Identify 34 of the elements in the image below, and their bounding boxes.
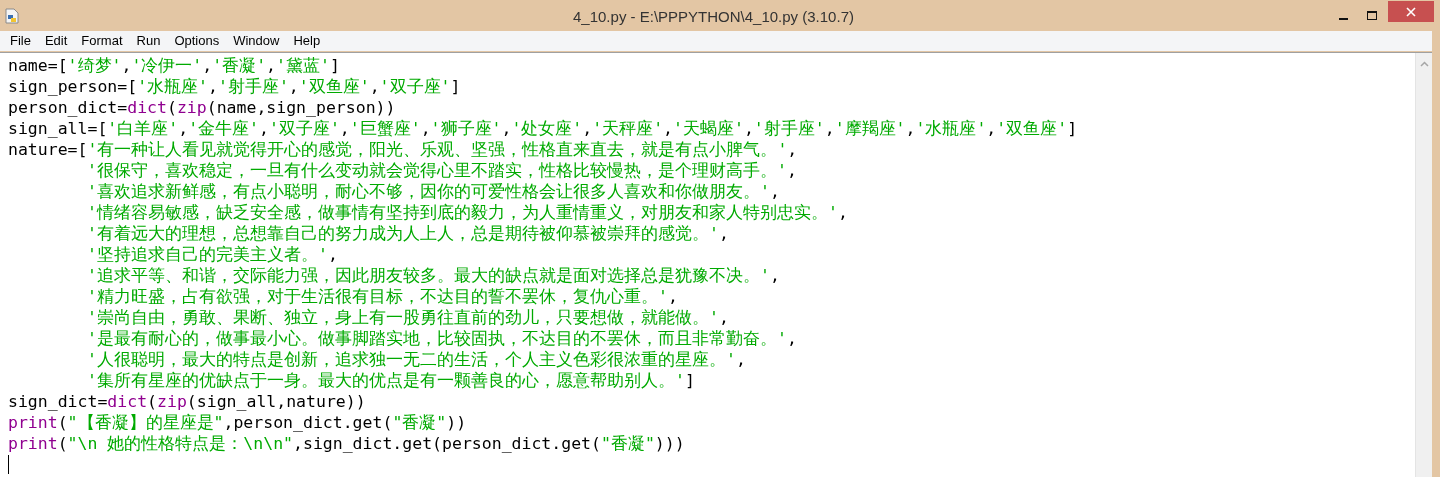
- scrollbar[interactable]: [1415, 53, 1432, 477]
- code-line: '情绪容易敏感，缺乏安全感，做事情有坚持到底的毅力，为人重情重义，对朋友和家人特别忠实。',: [86, 202, 848, 223]
- maximize-icon: [1367, 11, 1377, 20]
- menu-item[interactable]: Help: [286, 31, 328, 51]
- code-line: '是最有耐心的，做事最小心。做事脚踏实地，比较固执，不达目的不罢休，而且非常勤奋。',: [86, 328, 797, 349]
- code-line: nature=['有一种让人看见就觉得开心的感觉，阳光、乐观、坚强，性格直来直去，就是有点小脾气。',: [8, 139, 798, 160]
- code-line: sign_dict=dict(zip(sign_all,nature)): [8, 391, 366, 412]
- menu-item[interactable]: Window: [226, 31, 287, 51]
- close-icon: [1406, 6, 1416, 17]
- menu-item[interactable]: Run: [129, 31, 168, 51]
- code-line: person_dict=dict(zip(name,sign_person)): [8, 97, 396, 118]
- code-line: name=['绮梦','冷伊一','香凝','黛蓝']: [8, 55, 340, 76]
- minimize-icon: [1338, 17, 1348, 20]
- code-line: '人很聪明，最大的特点是创新，追求独一无二的生活，个人主义色彩很浓重的星座。',: [86, 349, 746, 370]
- menu-item[interactable]: Options: [167, 31, 227, 51]
- code-line: '精力旺盛，占有欲强，对于生活很有目标，不达目的誓不罢休，复仇心重。',: [86, 286, 678, 307]
- code-line: '集所有星座的优缺点于一身。最大的优点是有一颗善良的心，愿意帮助别人。']: [86, 370, 695, 391]
- code-line: sign_person=['水瓶座','射手座','双鱼座','双子座']: [8, 76, 461, 97]
- code-line: '很保守，喜欢稳定，一旦有什么变动就会觉得心里不踏实，性格比较慢热，是个理财高手。',: [86, 160, 797, 181]
- code-line: '崇尚自由，勇敢、果断、独立，身上有一股勇往直前的劲儿，只要想做，就能做。',: [86, 307, 729, 328]
- python-file-icon: [5, 7, 19, 24]
- code-line: '追求平等、和谐，交际能力强，因此朋友较多。最大的缺点就是面对选择总是犹豫不决。',: [86, 265, 780, 286]
- text-cursor: [8, 455, 9, 474]
- code-line: print("\n 她的性格特点是：\n\n",sign_dict.get(person_dict.get("香凝"))): [8, 433, 685, 454]
- code-line: '有着远大的理想，总想靠自己的努力成为人上人，总是期待被仰慕被崇拜的感觉。',: [86, 223, 729, 244]
- menu-item[interactable]: Format: [74, 31, 130, 51]
- window-title: 4_10.py - E:\PPPYTHON\4_10.py (3.10.7): [573, 7, 854, 27]
- menu-item[interactable]: File: [3, 31, 38, 51]
- code-line: print("【香凝】的星座是",person_dict.get("香凝")): [8, 412, 467, 433]
- code-line: '喜欢追求新鲜感，有点小聪明，耐心不够，因你的可爱性格会让很多人喜欢和你做朋友。',: [86, 181, 780, 202]
- code-line: sign_all=['白羊座','金牛座','双子座','巨蟹座','狮子座','处女座','天秤座','天蝎座','射手座','摩羯座','水瓶座','双鱼座']: [8, 118, 1078, 139]
- menu-item[interactable]: Edit: [37, 31, 75, 51]
- code-line: '坚持追求自己的完美主义者。',: [86, 244, 338, 265]
- scroll-up-icon[interactable]: [1419, 61, 1429, 67]
